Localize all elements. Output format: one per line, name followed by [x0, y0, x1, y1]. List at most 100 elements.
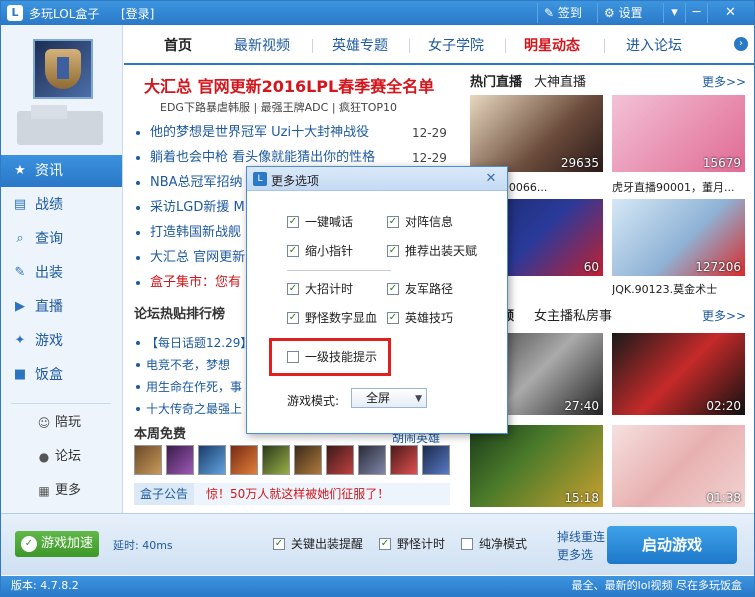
signin-button[interactable]: ✎ 签到 — [537, 3, 588, 23]
gear-icon: ⚙ — [604, 6, 615, 20]
hero-portrait[interactable] — [390, 445, 418, 475]
checkbox-pure-mode[interactable]: 纯净模式 — [461, 536, 527, 552]
hero-portrait[interactable] — [326, 445, 354, 475]
user-info-box — [17, 105, 103, 145]
tab-latest-video[interactable]: 最新视频 — [234, 35, 290, 57]
live-thumbnail[interactable]: 127206 — [612, 199, 745, 276]
hero-portrait[interactable] — [422, 445, 450, 475]
video-thumbnail[interactable]: 01:38 — [612, 425, 745, 507]
option-jungle-hp[interactable]: ✓ 野怪数字显血 — [287, 310, 377, 326]
search-icon: ⌕ — [16, 231, 24, 246]
sidebar-item-build[interactable]: ✎ 出装 — [1, 257, 122, 289]
checkbox-icon: ✓ — [273, 538, 285, 550]
hero-portrait[interactable] — [166, 445, 194, 475]
play-icon: ▶ — [15, 299, 25, 314]
sidebar-item-live[interactable]: ▶ 直播 — [1, 291, 122, 323]
game-accelerator-button[interactable]: ✓ 游戏加速 — [15, 531, 99, 557]
viewer-count: 60 — [583, 260, 599, 274]
grid-icon: ▦ — [38, 484, 50, 498]
tab-home[interactable]: 首页 — [164, 35, 192, 57]
live-tab-master[interactable]: 大神直播 — [534, 71, 586, 90]
option-ally-path[interactable]: ✓ 友军路径 — [387, 281, 453, 297]
bottom-bar: ✓ 游戏加速 延时: 40ms ✓ 关键出装提醒 ✓ 野怪计时 纯净模式 掉线重连 … — [1, 513, 754, 575]
live-section-title[interactable]: 热门直播 — [470, 71, 522, 90]
tab-hero-topic[interactable]: 英雄专题 — [332, 35, 388, 57]
edit-icon: ✎ — [544, 6, 555, 20]
sidebar-item-news[interactable]: ★ 资讯 — [1, 155, 122, 187]
sidebar-item-query[interactable]: ⌕ 查询 — [1, 223, 122, 255]
checkbox-icon: ✓ — [387, 312, 399, 324]
hero-portrait[interactable] — [262, 445, 290, 475]
news-item[interactable]: 躺着也会中枪 看头像就能猜出你的性格 12-29 — [134, 148, 454, 168]
more-options-link[interactable]: 更多选 — [557, 546, 593, 563]
checkbox-icon — [461, 538, 473, 550]
checkbox-jungle-timer[interactable]: ✓ 野怪计时 — [379, 536, 445, 552]
announcement-label[interactable]: 盒子公告 — [134, 483, 195, 505]
sidebar-item-forum[interactable]: ● 论坛 — [1, 443, 122, 471]
sidebar-item-games[interactable]: ✦ 游戏 — [1, 325, 122, 357]
launch-game-button[interactable]: 启动游戏 — [607, 526, 737, 564]
status-bar: 版本: 4.7.8.2 最全、最新的lol视频 尽在多玩饭盒 — [1, 576, 754, 596]
option-recommended-build[interactable]: ✓ 推荐出装天赋 — [387, 243, 477, 259]
sidebar-item-more[interactable]: ▦ 更多 — [1, 477, 122, 505]
app-title: 多玩LOL盒子 — [29, 7, 100, 21]
option-level1-skill-tip[interactable]: 一级技能提示 — [287, 349, 377, 365]
headline[interactable]: 大汇总 官网更新2016LPL春季赛全名单 — [144, 73, 434, 97]
chat-icon: ● — [38, 450, 50, 464]
option-quick-chat[interactable]: ✓ 一键喊话 — [287, 214, 353, 230]
news-item[interactable]: 他的梦想是世界冠军 Uzi十大封神战役 12-29 — [134, 123, 454, 143]
video-thumbnail[interactable]: 02:20 — [612, 333, 745, 415]
login-link[interactable]: [登录] — [121, 5, 154, 22]
live-thumbnail[interactable]: 15679 — [612, 95, 745, 172]
sidebar-item-companion[interactable]: ☺ 陪玩 — [1, 409, 122, 437]
settings-button[interactable]: ⚙ 设置 — [597, 3, 649, 23]
close-icon[interactable]: ✕ — [481, 170, 501, 188]
checkbox-icon: ✓ — [287, 312, 299, 324]
game-mode-label: 游戏模式: — [287, 394, 340, 408]
close-icon[interactable]: ✕ — [707, 3, 753, 23]
gamepad-icon: ✦ — [14, 333, 26, 348]
avatar[interactable] — [33, 39, 93, 99]
tab-forum[interactable]: 进入论坛 — [626, 35, 682, 57]
hero-portrait[interactable] — [358, 445, 386, 475]
announcement-text[interactable]: 惊！50万人就这样被她们征服了！ — [206, 483, 389, 505]
option-hero-tips[interactable]: ✓ 英雄技巧 — [387, 310, 453, 326]
reconnect-link[interactable]: 掉线重连 — [557, 528, 605, 545]
dialog-divider — [287, 270, 391, 271]
game-mode-select[interactable]: 全屏 ▼ — [351, 388, 427, 408]
tab-girls-academy[interactable]: 女子学院 — [428, 35, 484, 57]
option-small-cursor[interactable]: ✓ 缩小指针 — [287, 243, 353, 259]
tab-star-news[interactable]: 明星动态 — [524, 35, 580, 57]
live-thumbnail[interactable]: 29635 — [470, 95, 603, 172]
video-thumbnail[interactable]: 15:18 — [470, 425, 603, 507]
leaf-icon: ✓ — [21, 536, 37, 552]
minimize-icon[interactable]: ─ — [685, 3, 707, 23]
live-more-link[interactable]: 更多>> — [702, 73, 746, 90]
sidebar-item-record[interactable]: ▤ 战绩 — [1, 189, 122, 221]
video-tab-anchor[interactable]: 女主播私房事 — [534, 305, 612, 324]
dropdown-icon[interactable]: ▾ — [663, 3, 685, 23]
hero-portrait[interactable] — [198, 445, 226, 475]
video-more-link[interactable]: 更多>> — [702, 307, 746, 324]
live-caption[interactable]: 虎牙直播90001，董月... — [612, 179, 745, 195]
top-tabs: 首页 最新视频 英雄专题 女子学院 明星动态 进入论坛 › — [124, 25, 754, 65]
hero-portrait[interactable] — [230, 445, 258, 475]
dialog-title: 更多选项 — [271, 174, 320, 188]
hero-portrait[interactable] — [134, 445, 162, 475]
checkbox-key-build[interactable]: ✓ 关键出装提醒 — [273, 536, 363, 552]
sidebar: ★ 资讯 ▤ 战绩 ⌕ 查询 ✎ 出装 ▶ 直播 ✦ 游戏 ■ 饭盒 ☺ 陪玩 … — [1, 25, 123, 513]
build-icon: ✎ — [14, 265, 26, 280]
option-matchup-info[interactable]: ✓ 对阵信息 — [387, 214, 453, 230]
live-caption[interactable]: JQK.90123.莫金术士 — [612, 281, 745, 297]
star-icon: ★ — [14, 163, 26, 178]
slogan-link[interactable]: 最全、最新的lol视频 尽在多玩饭盒 — [572, 576, 742, 596]
subline[interactable]: EDG下路暴虐韩服 | 最强王牌ADC | 疯狂TOP10 — [160, 99, 397, 115]
hero-portrait[interactable] — [294, 445, 322, 475]
checkbox-icon: ✓ — [287, 216, 299, 228]
checkbox-icon: ✓ — [379, 538, 391, 550]
checkbox-icon — [287, 351, 299, 363]
chevron-right-icon[interactable]: › — [734, 37, 748, 51]
option-ult-timer[interactable]: ✓ 大招计时 — [287, 281, 353, 297]
sidebar-item-video-box[interactable]: ■ 饭盒 — [1, 359, 122, 391]
more-options-dialog: L 更多选项 ✕ ✓ 一键喊话 ✓ 对阵信息 ✓ 缩小指针 ✓ 推荐出装天赋 ✓ 大招计时… — [246, 166, 508, 434]
